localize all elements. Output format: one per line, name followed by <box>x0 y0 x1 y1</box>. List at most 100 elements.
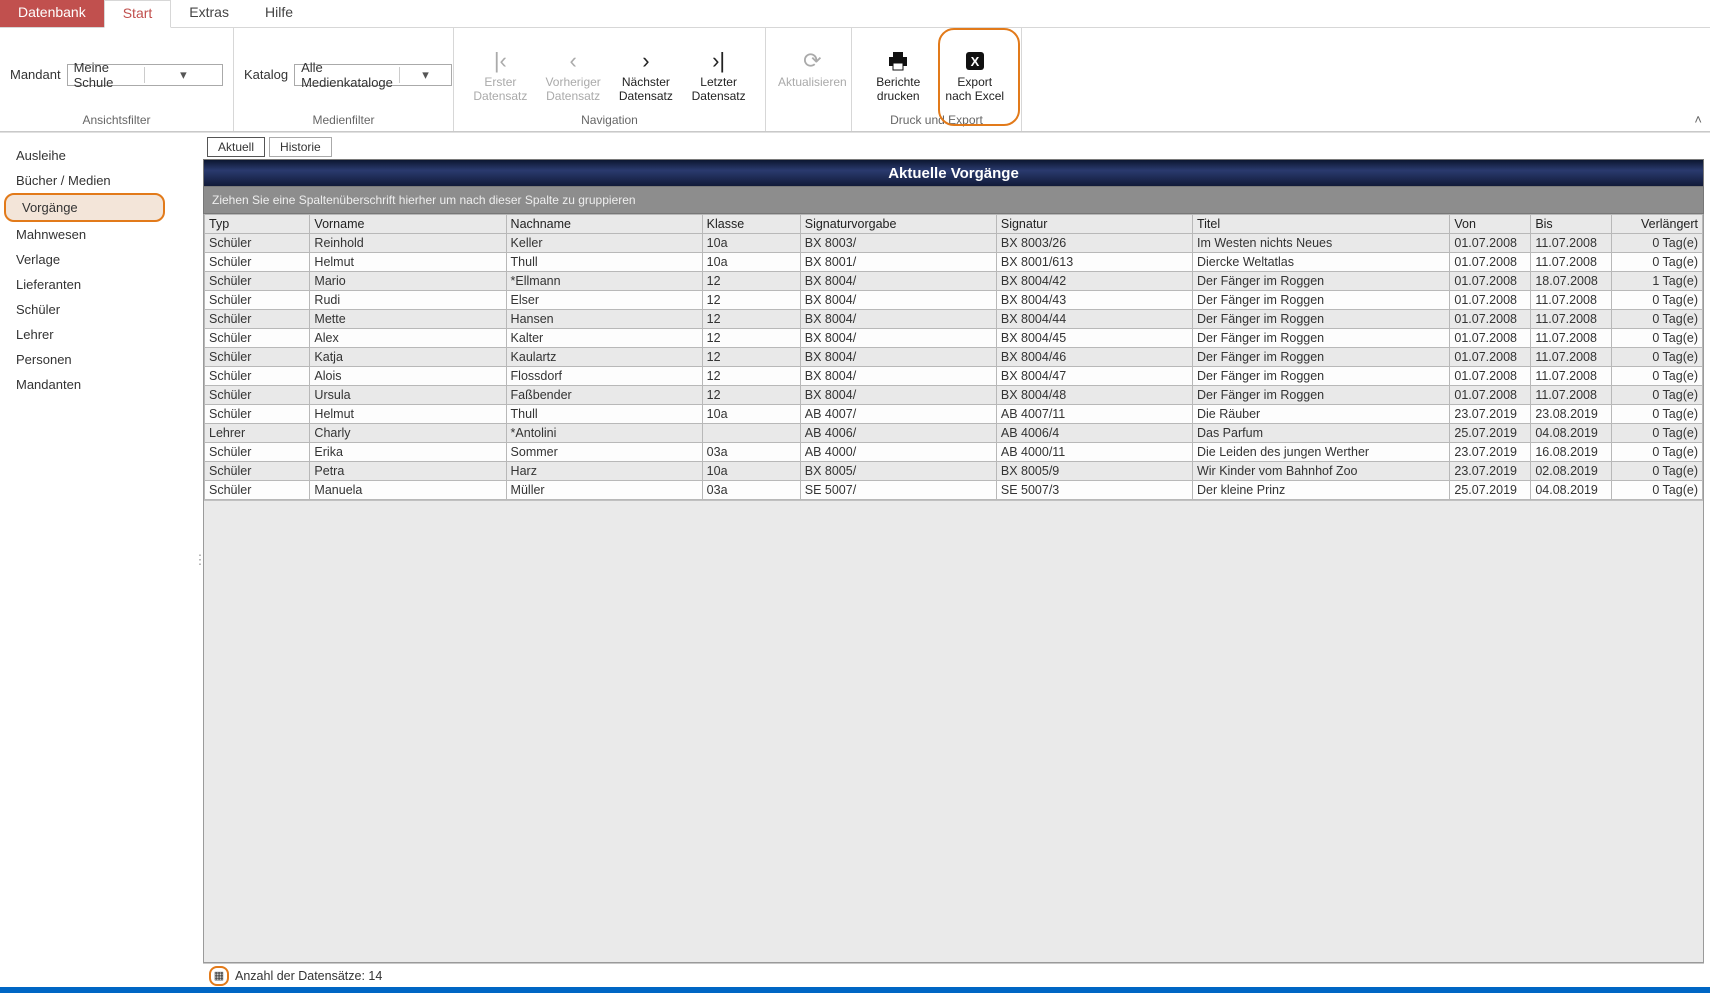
menutab-hilfe[interactable]: Hilfe <box>247 0 311 27</box>
chevron-down-icon[interactable]: ▾ <box>144 67 222 83</box>
table-row[interactable]: SchülerRudiElser12BX 8004/BX 8004/43Der … <box>205 291 1703 310</box>
cell: 04.08.2019 <box>1531 481 1612 500</box>
col-bis[interactable]: Bis <box>1531 215 1612 234</box>
sidebar-item-mahnwesen[interactable]: Mahnwesen <box>0 222 197 247</box>
cell: Ursula <box>310 386 506 405</box>
subtabs: Aktuell Historie <box>203 137 1704 159</box>
table-row[interactable]: SchülerAlexKalter12BX 8004/BX 8004/45Der… <box>205 329 1703 348</box>
cell: Schüler <box>205 405 310 424</box>
ribbon-group-label: Druck und Export <box>852 111 1021 131</box>
chevron-down-icon[interactable]: ▾ <box>399 67 451 83</box>
katalog-combo[interactable]: Alle Medienkataloge ▾ <box>294 64 452 86</box>
cell: Thull <box>506 253 702 272</box>
cell: 11.07.2008 <box>1531 291 1612 310</box>
printer-icon <box>885 47 911 75</box>
cell: 01.07.2008 <box>1450 386 1531 405</box>
col-nachname[interactable]: Nachname <box>506 215 702 234</box>
table-row[interactable]: SchülerReinholdKeller10aBX 8003/BX 8003/… <box>205 234 1703 253</box>
export-excel-button[interactable]: X Export nach Excel <box>939 43 1012 107</box>
cell: Schüler <box>205 481 310 500</box>
print-reports-button[interactable]: Berichte drucken <box>862 43 935 107</box>
ribbon-collapse-button[interactable]: ˄ <box>1694 112 1702 127</box>
table-row[interactable]: SchülerErikaSommer03aAB 4000/AB 4000/11D… <box>205 443 1703 462</box>
table-row[interactable]: SchülerMario*Ellmann12BX 8004/BX 8004/42… <box>205 272 1703 291</box>
col-sigvorgabe[interactable]: Signaturvorgabe <box>800 215 996 234</box>
cell: Mario <box>310 272 506 291</box>
cell: 03a <box>702 443 800 462</box>
cell: BX 8004/42 <box>996 272 1192 291</box>
sidebar-item-personen[interactable]: Personen <box>0 347 197 372</box>
last-record-button[interactable]: ›| Letzter Datensatz <box>682 43 755 107</box>
status-text: Anzahl der Datensätze: 14 <box>235 969 382 983</box>
cell: 0 Tag(e) <box>1612 329 1703 348</box>
cell: 0 Tag(e) <box>1612 291 1703 310</box>
group-by-hint[interactable]: Ziehen Sie eine Spaltenüberschrift hierh… <box>203 187 1704 214</box>
cell: BX 8001/ <box>800 253 996 272</box>
sidebar: Ausleihe Bücher / Medien Vorgänge Mahnwe… <box>0 133 197 987</box>
prev-record-button[interactable]: ‹ Vorheriger Datensatz <box>537 43 610 107</box>
cell: 10a <box>702 462 800 481</box>
col-klasse[interactable]: Klasse <box>702 215 800 234</box>
ribbon-group-label: Medienfilter <box>234 111 453 131</box>
cell: Alois <box>310 367 506 386</box>
cell: SE 5007/ <box>800 481 996 500</box>
sidebar-item-mandanten[interactable]: Mandanten <box>0 372 197 397</box>
col-signatur[interactable]: Signatur <box>996 215 1192 234</box>
sidebar-item-ausleihe[interactable]: Ausleihe <box>0 143 197 168</box>
cell: 01.07.2008 <box>1450 253 1531 272</box>
cell: Der Fänger im Roggen <box>1192 291 1449 310</box>
col-titel[interactable]: Titel <box>1192 215 1449 234</box>
cell: Manuela <box>310 481 506 500</box>
table-row[interactable]: SchülerKatjaKaulartz12BX 8004/BX 8004/46… <box>205 348 1703 367</box>
sidebar-item-vorgaenge[interactable]: Vorgänge <box>4 193 165 222</box>
mandant-combo[interactable]: Meine Schule ▾ <box>67 64 223 86</box>
cell: Petra <box>310 462 506 481</box>
next-record-icon: › <box>642 47 649 75</box>
cell: Das Parfum <box>1192 424 1449 443</box>
sidebar-item-buecher[interactable]: Bücher / Medien <box>0 168 197 193</box>
cell: BX 8001/613 <box>996 253 1192 272</box>
col-vorname[interactable]: Vorname <box>310 215 506 234</box>
first-record-button[interactable]: |‹ Erster Datensatz <box>464 43 537 107</box>
table-row[interactable]: SchülerHelmutThull10aBX 8001/BX 8001/613… <box>205 253 1703 272</box>
menutab-start[interactable]: Start <box>104 0 172 28</box>
cell: Die Räuber <box>1192 405 1449 424</box>
mandant-label: Mandant <box>10 67 61 82</box>
cell: 11.07.2008 <box>1531 348 1612 367</box>
cell: Der Fänger im Roggen <box>1192 310 1449 329</box>
cell: 11.07.2008 <box>1531 234 1612 253</box>
menutab-extras[interactable]: Extras <box>171 0 247 27</box>
cell: BX 8004/47 <box>996 367 1192 386</box>
sidebar-item-lehrer[interactable]: Lehrer <box>0 322 197 347</box>
tab-aktuell[interactable]: Aktuell <box>207 137 265 157</box>
tab-historie[interactable]: Historie <box>269 137 332 157</box>
grid-empty-area <box>204 500 1703 962</box>
table-row[interactable]: SchülerPetraHarz10aBX 8005/BX 8005/9Wir … <box>205 462 1703 481</box>
sidebar-item-schueler[interactable]: Schüler <box>0 297 197 322</box>
col-von[interactable]: Von <box>1450 215 1531 234</box>
first-record-icon: |‹ <box>494 47 507 75</box>
next-record-button[interactable]: › Nächster Datensatz <box>610 43 683 107</box>
table-row[interactable]: SchülerManuelaMüller03aSE 5007/SE 5007/3… <box>205 481 1703 500</box>
refresh-button[interactable]: ⟳ Aktualisieren <box>776 43 849 107</box>
menutab-datenbank[interactable]: Datenbank <box>0 0 104 27</box>
col-typ[interactable]: Typ <box>205 215 310 234</box>
cell: AB 4000/ <box>800 443 996 462</box>
table-row[interactable]: SchülerHelmutThull10aAB 4007/AB 4007/11D… <box>205 405 1703 424</box>
cell: Schüler <box>205 386 310 405</box>
cell: BX 8004/ <box>800 291 996 310</box>
table-row[interactable]: SchülerUrsulaFaßbender12BX 8004/BX 8004/… <box>205 386 1703 405</box>
sidebar-item-lieferanten[interactable]: Lieferanten <box>0 272 197 297</box>
col-verlaengert[interactable]: Verlängert <box>1612 215 1703 234</box>
cell: Diercke Weltatlas <box>1192 253 1449 272</box>
table-row[interactable]: LehrerCharly*AntoliniAB 4006/AB 4006/4Da… <box>205 424 1703 443</box>
cell: 11.07.2008 <box>1531 253 1612 272</box>
table-row[interactable]: SchülerAloisFlossdorf12BX 8004/BX 8004/4… <box>205 367 1703 386</box>
table-row[interactable]: SchülerMetteHansen12BX 8004/BX 8004/44De… <box>205 310 1703 329</box>
cell: 10a <box>702 405 800 424</box>
cell: 01.07.2008 <box>1450 234 1531 253</box>
cell: Flossdorf <box>506 367 702 386</box>
cell: 18.07.2008 <box>1531 272 1612 291</box>
cell: Schüler <box>205 291 310 310</box>
sidebar-item-verlage[interactable]: Verlage <box>0 247 197 272</box>
